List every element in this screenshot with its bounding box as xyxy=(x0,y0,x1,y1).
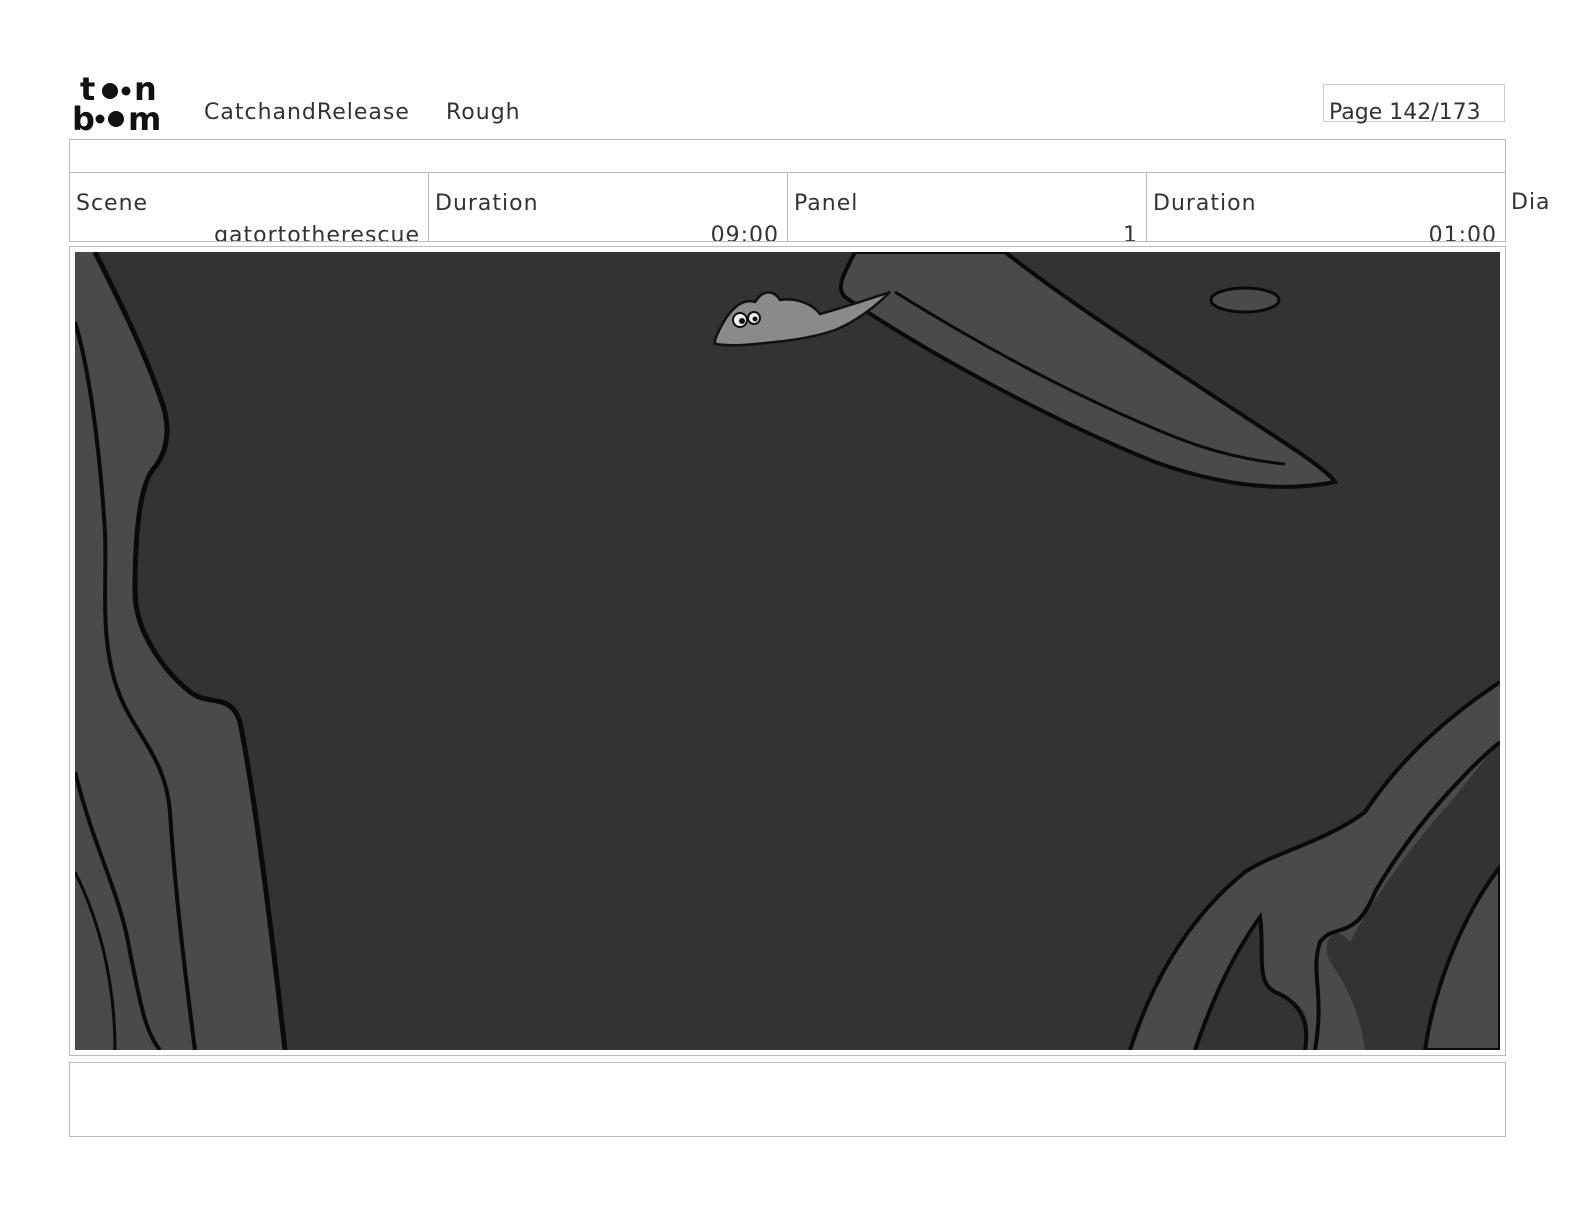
title-strip xyxy=(69,139,1506,173)
svg-text:b: b xyxy=(72,100,95,134)
panel-duration-cell: Duration 01:00 xyxy=(1147,173,1505,241)
svg-text:m: m xyxy=(128,100,161,134)
info-row: Scene gatortotherescue Duration 09:00 Pa… xyxy=(69,172,1506,242)
scene-duration-label: Duration xyxy=(435,191,539,216)
panel-value: 1 xyxy=(1123,223,1138,241)
toon-boom-logo: t n b m xyxy=(72,70,182,138)
storyboard-panel-image xyxy=(75,252,1500,1050)
scene-duration-value: 09:00 xyxy=(710,223,779,241)
scene-value: gatortotherescue xyxy=(214,223,420,241)
page-number: Page 142/173 xyxy=(1329,100,1481,125)
scene-cell: Scene gatortotherescue xyxy=(70,173,429,241)
dialogue-label: Dia xyxy=(1511,190,1551,215)
scene-label: Scene xyxy=(76,191,149,216)
toon-boom-logo-icon: t n b m xyxy=(72,70,161,138)
notes-box xyxy=(69,1062,1506,1137)
project-name: CatchandRelease xyxy=(204,100,410,125)
panel-duration-label: Duration xyxy=(1153,191,1257,216)
panel-label: Panel xyxy=(794,191,859,216)
panel-duration-value: 01:00 xyxy=(1428,223,1497,241)
bubble-shape xyxy=(1209,286,1281,314)
stage-name: Rough xyxy=(446,100,521,125)
scene-duration-cell: Duration 09:00 xyxy=(429,173,788,241)
panel-cell: Panel 1 xyxy=(788,173,1147,241)
